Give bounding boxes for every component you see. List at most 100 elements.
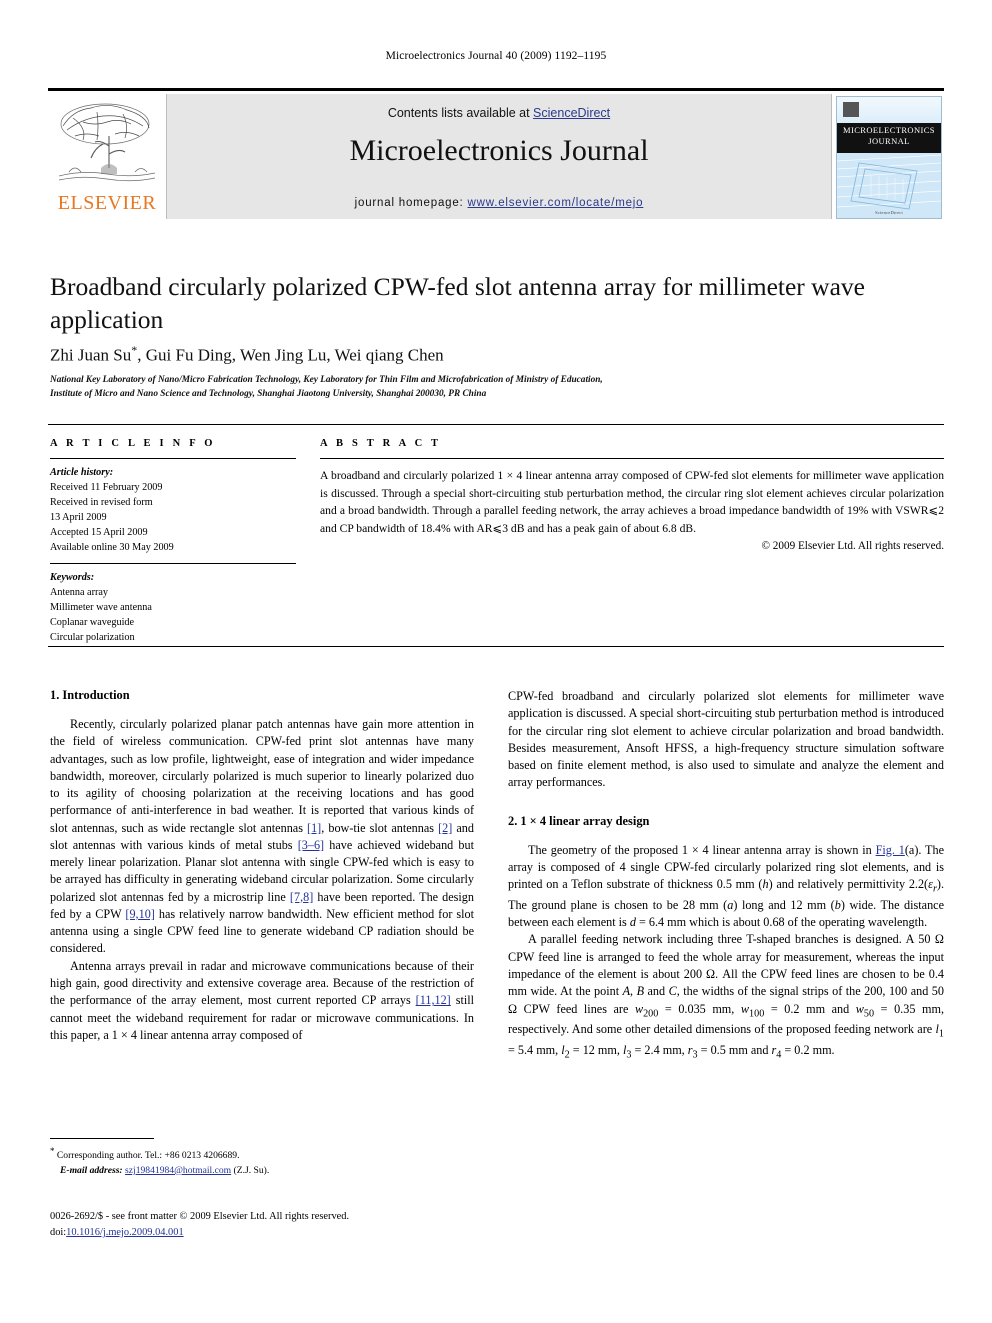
keywords-block: Keywords: Antenna array Millimeter wave … (50, 571, 296, 646)
email-owner: (Z.J. Su). (233, 1164, 270, 1176)
article-info-heading: A R T I C L E I N F O (50, 438, 216, 449)
variable-w200-subscript: 200 (643, 1007, 659, 1019)
journal-cover-thumbnail: MICROELECTRONICS JOURNAL ScienceDirect (831, 94, 944, 219)
keyword-item: Antenna array (50, 586, 108, 598)
history-item: Available online 30 May 2009 (50, 541, 174, 553)
point-label-b: B (636, 984, 645, 999)
intro-p2-part-a: Antenna arrays prevail in radar and micr… (50, 958, 474, 1008)
variable-w200: w (634, 1001, 644, 1016)
variable-w100-subscript: 100 (749, 1007, 765, 1019)
intro-p1-part-a: Recently, circularly polarized planar pa… (50, 717, 474, 835)
intro-p1-part-b: , bow-tie slot antennas (321, 820, 439, 835)
variable-w100: w (740, 1001, 750, 1016)
history-item: Received in revised form (50, 496, 153, 508)
keyword-item: Circular polarization (50, 631, 135, 643)
cover-title-line1: MICROELECTRONICS (843, 125, 935, 135)
design-p2-part-h: = 5.4 mm, (508, 1043, 562, 1058)
homepage-prefix: journal homepage: (354, 197, 468, 209)
abstract-block: A B S T R A C T A broadband and circular… (320, 438, 944, 552)
citation-ref-3-6[interactable]: [3–6] (298, 838, 324, 852)
design-p1-part-e: ) long and 12 mm ( (733, 897, 835, 912)
design-p2-part-k: = 0.5 mm and (697, 1043, 772, 1058)
keyword-item: Coplanar waveguide (50, 616, 135, 628)
article-history-label: Article history: (50, 467, 114, 478)
point-label-a: A (622, 984, 631, 999)
running-head: Microelectronics Journal 40 (2009) 1192–… (385, 50, 607, 62)
journal-title: Microelectronics Journal (349, 134, 649, 167)
elsevier-logo: ELSEVIER (48, 94, 167, 219)
author-first: Zhi Juan Su (50, 345, 132, 365)
variable-w50-subscript: 50 (863, 1007, 875, 1019)
cover-elsevier-icon (843, 102, 859, 117)
article-title: Broadband circularly polarized CPW-fed s… (50, 272, 865, 335)
intro-paragraph-2-continued: CPW-fed broadband and circularly polariz… (508, 689, 944, 790)
article-history: Article history: Received 11 February 20… (50, 466, 296, 556)
design-p2-part-f: = 0.2 mm and (764, 1001, 856, 1016)
section-heading-introduction: 1. Introduction (50, 688, 130, 702)
design-p1-part-a: The geometry of the proposed 1 × 4 linea… (528, 842, 876, 857)
design-paragraph-1: The geometry of the proposed 1 × 4 linea… (508, 842, 944, 932)
article-info-rule (50, 458, 296, 459)
affiliation-line-2: Institute of Micro and Nano Science and … (50, 389, 487, 400)
author-list: Zhi Juan Su*, Gui Fu Ding, Wen Jing Lu, … (50, 343, 880, 366)
keywords-label: Keywords: (50, 571, 95, 583)
figure-1-link[interactable]: Fig. 1 (876, 843, 905, 857)
history-item: Accepted 15 April 2009 (50, 526, 148, 538)
design-p2-part-c: and (644, 984, 669, 999)
masthead-center: Contents lists available at ScienceDirec… (167, 94, 831, 219)
footnote-rule (50, 1138, 154, 1139)
contents-prefix: Contents lists available at (387, 106, 534, 120)
history-item: Received 11 February 2009 (50, 481, 163, 493)
abstract-rule (320, 458, 944, 459)
journal-homepage-line: journal homepage: www.elsevier.com/locat… (167, 197, 831, 209)
design-p1-part-g: = 6.4 mm which is about 0.68 of the oper… (635, 915, 928, 930)
point-label-c: C (668, 984, 677, 999)
design-paragraph-2: A parallel feeding network including thr… (508, 931, 944, 1063)
article-info-block: A R T I C L E I N F O Article history: R… (50, 438, 296, 646)
keywords-rule (50, 562, 296, 564)
variable-l1-subscript: 1 (938, 1028, 944, 1040)
email-note: E-mail address: szj19841984@hotmail.com … (50, 1164, 474, 1178)
contents-available-line: Contents lists available at ScienceDirec… (167, 106, 831, 120)
journal-homepage-link[interactable]: www.elsevier.com/locate/mejo (468, 197, 644, 209)
design-p2-part-j: = 2.4 mm, (631, 1043, 688, 1058)
design-p2-part-i: = 12 mm, (569, 1043, 623, 1058)
author-affiliation: National Key Laboratory of Nano/Micro Fa… (50, 373, 850, 402)
design-p1-part-c: ) and relatively permittivity 2.2( (768, 877, 929, 892)
elsevier-wordmark: ELSEVIER (57, 192, 157, 214)
sciencedirect-link[interactable]: ScienceDirect (533, 106, 610, 120)
cover-title-line2: JOURNAL (868, 135, 910, 146)
corresponding-author-text: Corresponding author. Tel.: +86 0213 420… (54, 1150, 240, 1162)
abstract-text: A broadband and circularly polarized 1 ×… (320, 469, 944, 535)
doi-line: doi:10.1016/j.mejo.2009.04.001 (50, 1225, 570, 1241)
intro-paragraph-2: Antenna arrays prevail in radar and micr… (50, 958, 474, 1044)
body-column-right: CPW-fed broadband and circularly polariz… (508, 688, 944, 1063)
cover-footer-text: ScienceDirect (875, 210, 903, 215)
author-email-link[interactable]: szj19841984@hotmail.com (125, 1165, 231, 1176)
footnote-block: * Corresponding author. Tel.: +86 0213 4… (50, 1138, 474, 1178)
intro-paragraph-1: Recently, circularly polarized planar pa… (50, 716, 474, 958)
citation-ref-1[interactable]: [1] (307, 821, 321, 835)
paper-page: Microelectronics Journal 40 (2009) 1192–… (0, 0, 992, 1323)
abstract-heading: A B S T R A C T (320, 438, 442, 449)
abstract-copyright: © 2009 Elsevier Ltd. All rights reserved… (761, 540, 945, 553)
citation-ref-2[interactable]: [2] (438, 821, 452, 835)
authors-remaining: , Gui Fu Ding, Wen Jing Lu, Wei qiang Ch… (137, 345, 444, 365)
citation-ref-9-10[interactable]: [9,10] (125, 907, 154, 921)
doi-label: doi: (50, 1226, 67, 1238)
design-p2-part-e: = 0.035 mm, (658, 1001, 741, 1016)
cover-circuit-artwork (837, 153, 941, 218)
citation-ref-7-8[interactable]: [7,8] (290, 890, 313, 904)
variable-w50: w (855, 1001, 864, 1016)
issn-copyright-line: 0026-2692/$ - see front matter © 2009 El… (50, 1211, 350, 1222)
email-address-label: E-mail address: (60, 1164, 123, 1176)
info-top-rule (48, 424, 944, 425)
history-item: 13 April 2009 (50, 511, 107, 523)
corresponding-author-note: * Corresponding author. Tel.: +86 0213 4… (50, 1145, 474, 1164)
affiliation-line-1: National Key Laboratory of Nano/Micro Fa… (50, 375, 603, 385)
abstract-bottom-rule (48, 646, 944, 647)
page-footer: 0026-2692/$ - see front matter © 2009 El… (50, 1209, 570, 1240)
doi-link[interactable]: 10.1016/j.mejo.2009.04.001 (66, 1227, 183, 1238)
design-p2-part-l: = 0.2 mm. (781, 1043, 835, 1058)
citation-ref-11-12[interactable]: [11,12] (416, 993, 451, 1007)
